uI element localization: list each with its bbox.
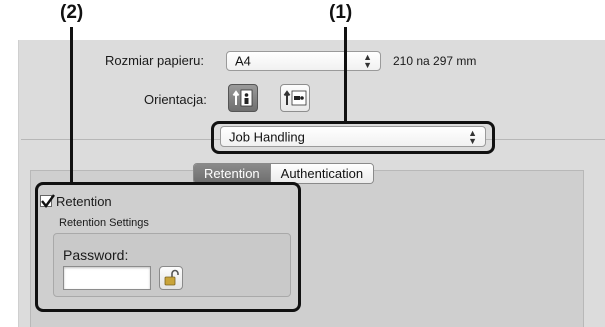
callout-1-leader-line bbox=[344, 27, 347, 123]
orientation-label: Orientacja: bbox=[144, 92, 207, 107]
callout-2-leader-line bbox=[70, 27, 73, 184]
tab-authentication[interactable]: Authentication bbox=[269, 164, 374, 183]
landscape-orientation-button[interactable] bbox=[280, 84, 310, 112]
callout-number-2: (2) bbox=[60, 2, 84, 23]
paper-size-select[interactable]: A4 ▲ ▼ bbox=[226, 51, 381, 71]
paper-dimensions-text: 210 na 297 mm bbox=[393, 54, 477, 68]
landscape-person-icon bbox=[283, 90, 307, 106]
paper-size-value: A4 bbox=[235, 53, 251, 69]
stepper-arrows-icon: ▲ ▼ bbox=[363, 52, 372, 70]
callout-2-highlight bbox=[35, 182, 301, 312]
portrait-orientation-button[interactable] bbox=[228, 84, 258, 112]
portrait-person-icon bbox=[232, 89, 253, 107]
tab-bar: Retention Authentication bbox=[193, 163, 375, 184]
callout-1-highlight bbox=[211, 121, 495, 154]
paper-size-label: Rozmiar papieru: bbox=[105, 53, 204, 68]
callout-number-1: (1) bbox=[329, 2, 353, 23]
tab-retention[interactable]: Retention bbox=[194, 164, 270, 183]
